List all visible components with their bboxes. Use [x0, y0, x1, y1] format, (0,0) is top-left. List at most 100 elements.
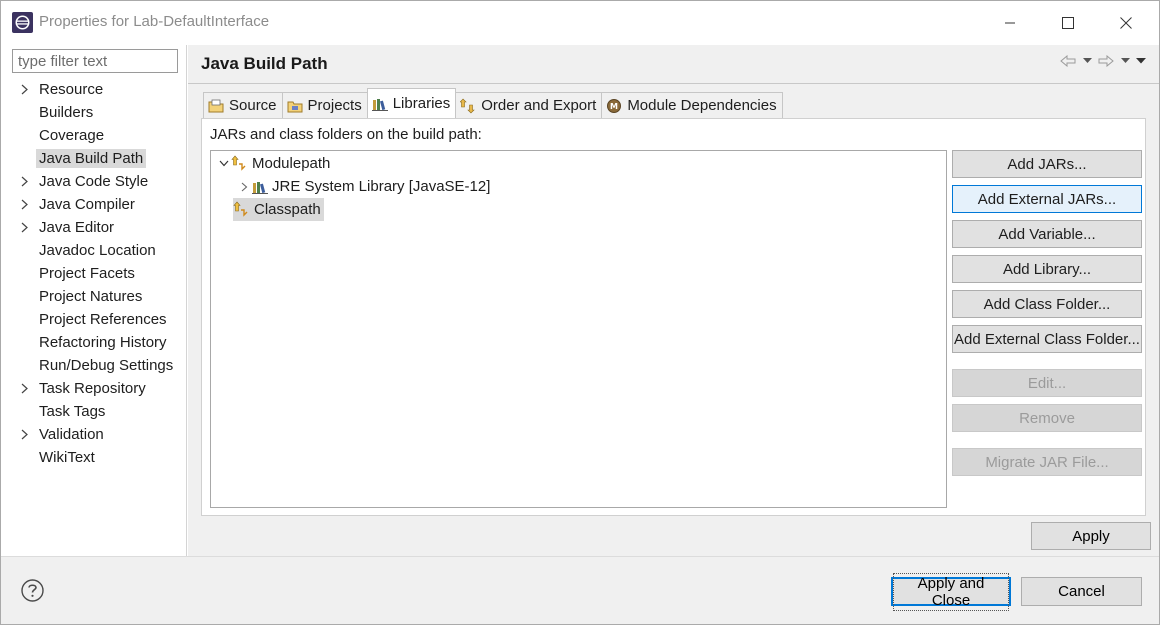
jre-library-icon — [251, 178, 269, 196]
tab-source[interactable]: Source — [203, 92, 283, 118]
chevron-right-icon[interactable] — [18, 78, 30, 101]
source-folder-icon — [208, 98, 224, 114]
back-arrow-icon[interactable] — [1059, 53, 1077, 69]
module-icon: M — [606, 98, 622, 114]
nav-item-task-repository[interactable]: Task Repository — [4, 377, 187, 400]
nav-item-label: Resource — [39, 81, 104, 98]
forward-dropdown-icon[interactable] — [1119, 53, 1131, 69]
maximize-button[interactable] — [1039, 1, 1097, 45]
projects-icon — [287, 98, 303, 114]
add-library-button[interactable]: Add Library... — [952, 255, 1142, 283]
tab-label: Order and Export — [481, 97, 597, 114]
build-path-tabs: Source Projects Libraries Order and Expo… — [203, 88, 783, 118]
window-title: Properties for Lab-DefaultInterface — [39, 13, 270, 30]
remove-button[interactable]: Remove — [952, 404, 1142, 432]
order-export-icon — [460, 98, 476, 114]
migrate-jar-button[interactable]: Migrate JAR File... — [952, 448, 1142, 476]
nav-item-java-editor[interactable]: Java Editor — [4, 216, 187, 239]
forward-arrow-icon[interactable] — [1097, 53, 1115, 69]
page-title: Java Build Path — [201, 54, 328, 73]
nav-item-project-references[interactable]: Project References — [4, 308, 187, 331]
tab-projects[interactable]: Projects — [281, 92, 368, 118]
properties-window: Properties for Lab-DefaultInterface Reso… — [0, 0, 1160, 625]
nav-item-label: Java Compiler — [39, 196, 135, 213]
tab-label: Libraries — [392, 95, 451, 112]
page-content: Java Build Path Source Projects Librarie… — [188, 45, 1159, 556]
nav-item-builders[interactable]: Builders — [4, 101, 187, 124]
nav-item-label: Project Facets — [39, 265, 135, 282]
tree-item-classpath[interactable]: Classpath — [233, 198, 324, 221]
chevron-right-icon[interactable] — [18, 377, 30, 400]
nav-item-label: Java Code Style — [39, 173, 149, 190]
chevron-right-icon[interactable] — [18, 216, 30, 239]
back-dropdown-icon[interactable] — [1081, 53, 1093, 69]
add-jars-button[interactable]: Add JARs... — [952, 150, 1142, 178]
nav-item-validation[interactable]: Validation — [4, 423, 187, 446]
filter-input[interactable] — [12, 49, 178, 73]
minimize-button[interactable] — [981, 1, 1039, 45]
tree-item-label: Modulepath — [252, 155, 331, 172]
property-pages-pane: Resource Builders Coverage Java Build Pa… — [4, 45, 187, 556]
minimize-icon — [1005, 22, 1015, 24]
tab-module-dependencies[interactable]: M Module Dependencies — [601, 92, 783, 118]
tree-item-label: JRE System Library [JavaSE-12] — [272, 178, 491, 195]
view-menu-icon[interactable] — [1135, 53, 1147, 69]
nav-item-java-compiler[interactable]: Java Compiler — [4, 193, 187, 216]
dialog-button-bar: Apply and Close Cancel — [1, 556, 1159, 624]
nav-item-label: Task Repository — [39, 380, 146, 397]
chevron-right-icon[interactable] — [237, 175, 251, 198]
libraries-icon — [371, 96, 388, 112]
nav-item-coverage[interactable]: Coverage — [4, 124, 187, 147]
tab-order-and-export[interactable]: Order and Export — [455, 92, 603, 118]
nav-item-refactoring-history[interactable]: Refactoring History — [4, 331, 187, 354]
tree-item-jre-system-library[interactable]: JRE System Library [JavaSE-12] — [237, 175, 490, 198]
nav-item-label: Java Editor — [39, 219, 115, 236]
tab-label: Projects — [307, 97, 362, 114]
nav-item-label: Builders — [39, 104, 94, 121]
apply-button[interactable]: Apply — [1031, 522, 1151, 550]
edit-button[interactable]: Edit... — [952, 369, 1142, 397]
nav-item-java-build-path[interactable]: Java Build Path — [4, 147, 187, 170]
tree-item-modulepath[interactable]: Modulepath — [217, 152, 330, 175]
nav-item-label: Refactoring History — [39, 334, 167, 351]
close-button[interactable] — [1097, 1, 1155, 45]
nav-item-label: Project Natures — [39, 288, 143, 305]
libraries-panel: JARs and class folders on the build path… — [201, 118, 1146, 516]
build-path-label: JARs and class folders on the build path… — [210, 126, 482, 143]
nav-item-java-code-style[interactable]: Java Code Style — [4, 170, 187, 193]
apply-and-close-button[interactable]: Apply and Close — [891, 572, 1011, 611]
nav-item-label: Task Tags — [39, 403, 106, 420]
chevron-down-icon[interactable] — [217, 152, 231, 175]
nav-item-label: Coverage — [39, 127, 105, 144]
chevron-right-icon[interactable] — [18, 170, 30, 193]
add-class-folder-button[interactable]: Add Class Folder... — [952, 290, 1142, 318]
tab-label: Module Dependencies — [627, 97, 777, 114]
tab-label: Source — [229, 97, 277, 114]
nav-item-label: Javadoc Location — [39, 242, 156, 259]
heading-separator — [188, 83, 1159, 84]
nav-item-label: Project References — [39, 311, 167, 328]
modulepath-icon — [231, 155, 249, 173]
add-external-class-folder-button[interactable]: Add External Class Folder... — [952, 325, 1142, 353]
classpath-icon — [233, 201, 251, 219]
nav-item-project-natures[interactable]: Project Natures — [4, 285, 187, 308]
chevron-right-icon[interactable] — [18, 193, 30, 216]
nav-item-run-debug-settings[interactable]: Run/Debug Settings — [4, 354, 187, 377]
nav-item-label: Validation — [39, 426, 104, 443]
nav-item-project-facets[interactable]: Project Facets — [4, 262, 187, 285]
nav-item-label: Java Build Path — [36, 149, 147, 168]
nav-item-resource[interactable]: Resource — [4, 78, 187, 101]
tab-libraries[interactable]: Libraries — [366, 88, 457, 118]
help-icon[interactable] — [21, 579, 44, 602]
cancel-button[interactable]: Cancel — [1021, 577, 1142, 606]
nav-item-wikitext[interactable]: WikiText — [4, 446, 187, 469]
chevron-right-icon[interactable] — [18, 423, 30, 446]
nav-item-task-tags[interactable]: Task Tags — [4, 400, 187, 423]
history-navigation — [1059, 53, 1147, 69]
svg-text:M: M — [610, 102, 618, 111]
build-path-tree[interactable]: Modulepath JRE System Library [JavaSE-12… — [210, 150, 947, 508]
nav-item-javadoc-location[interactable]: Javadoc Location — [4, 239, 187, 262]
property-pages-tree: Resource Builders Coverage Java Build Pa… — [4, 78, 187, 469]
add-variable-button[interactable]: Add Variable... — [952, 220, 1142, 248]
add-external-jars-button[interactable]: Add External JARs... — [952, 185, 1142, 213]
